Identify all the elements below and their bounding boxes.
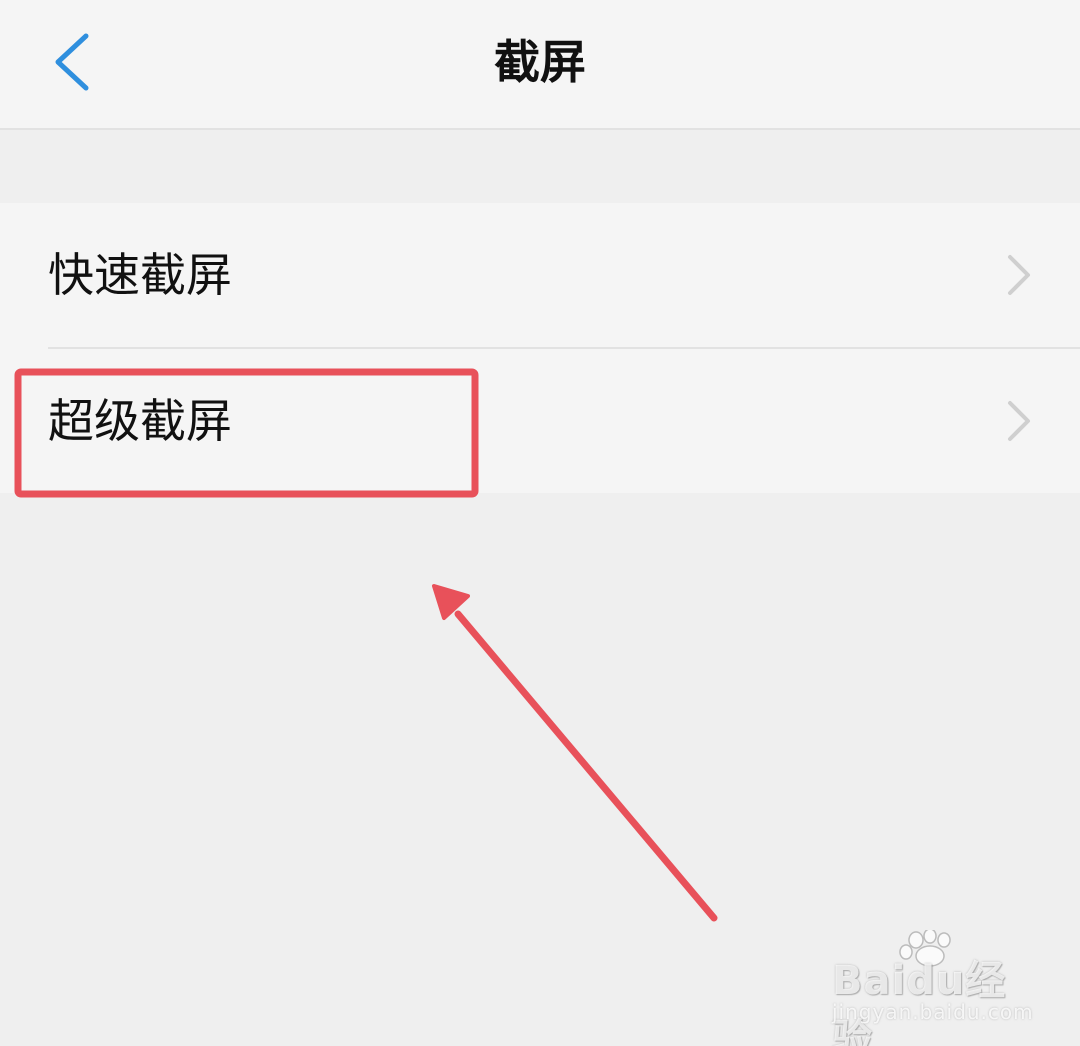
super-screenshot-item[interactable]: 超级截屏 (0, 349, 1080, 493)
super-screenshot-label: 超级截屏 (48, 394, 232, 448)
annotation-arrow-shaft (454, 610, 718, 922)
screenshot-settings-screen: 截屏 快速截屏 超级截屏 Baidu经验 jingyan.baidu.com (0, 0, 1080, 1046)
baidu-jingyan-watermark: Baidu经验 jingyan.baidu.com (826, 930, 1046, 1046)
chevron-right-icon (1008, 255, 1030, 295)
settings-list: 快速截屏 超级截屏 (0, 203, 1080, 493)
annotation-arrow-head (432, 584, 470, 620)
navigation-bar: 截屏 (0, 0, 1080, 130)
watermark-url: jingyan.baidu.com (832, 1000, 1034, 1024)
quick-screenshot-label: 快速截屏 (48, 248, 232, 302)
page-title: 截屏 (494, 35, 586, 89)
chevron-right-icon (1008, 401, 1030, 441)
watermark-brand: Baidu经验 (832, 958, 1007, 1046)
annotation-overlay (14, 368, 718, 922)
quick-screenshot-item[interactable]: 快速截屏 (0, 203, 1080, 349)
paw-logo-icon (899, 930, 951, 967)
